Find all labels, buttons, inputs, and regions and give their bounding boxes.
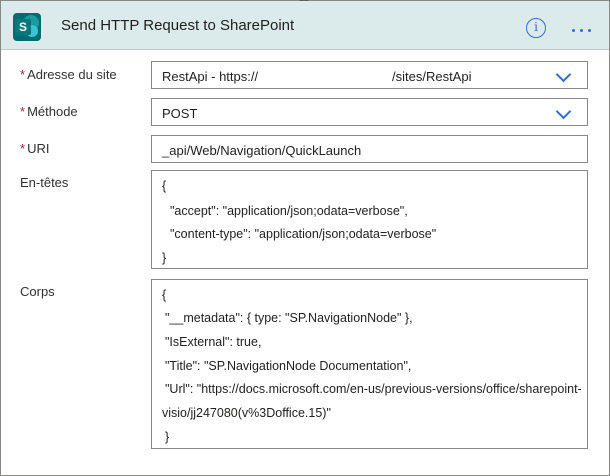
headers-line: } [162, 251, 167, 265]
action-card: S Send HTTP Request to SharePoint i * Adr… [0, 0, 610, 476]
card-header[interactable]: S Send HTTP Request to SharePoint i [1, 1, 609, 50]
sharepoint-logo-icon: S [13, 13, 41, 41]
body-line: "Title": "SP.NavigationNode Documentatio… [165, 359, 412, 373]
chevron-down-icon[interactable] [555, 103, 572, 120]
info-icon[interactable]: i [526, 18, 546, 38]
body-line: } [165, 430, 170, 444]
body-line: { [162, 288, 167, 302]
headers-line: { [162, 179, 167, 193]
uri-value: _api/Web/Navigation/QuickLaunch [162, 143, 362, 158]
site-address-value: RestApi - https:// [162, 69, 259, 84]
action-title: Send HTTP Request to SharePoint [61, 17, 295, 34]
site-address-dropdown[interactable]: RestApi - https:// /sites/RestApi [151, 61, 588, 89]
more-options-icon[interactable] [570, 15, 594, 39]
headers-label: En-têtes [20, 175, 69, 190]
body-line: "__metadata": { type: "SP.NavigationNode… [165, 311, 413, 325]
body-label: Corps [20, 284, 55, 299]
body-line: "IsExternal": true, [165, 335, 262, 349]
method-dropdown[interactable]: POST [151, 98, 588, 126]
headers-line: "accept": "application/json;odata=verbos… [170, 204, 408, 218]
uri-input[interactable]: _api/Web/Navigation/QuickLaunch [151, 135, 588, 163]
uri-label: * URI [20, 141, 50, 156]
method-label: * Méthode [20, 104, 78, 119]
site-address-label: * Adresse du site [20, 67, 117, 82]
body-textarea[interactable]: { "__metadata": { type: "SP.NavigationNo… [151, 279, 588, 449]
chevron-down-icon[interactable] [555, 66, 572, 83]
method-value: POST [162, 106, 198, 121]
site-address-path: /sites/RestApi [392, 69, 472, 84]
body-line: "Url": "https://docs.microsoft.com/en-us… [165, 382, 582, 396]
body-line: visio/jj247080(v%3Doffice.15)" [162, 406, 331, 420]
headers-textarea[interactable]: { "accept": "application/json;odata=verb… [151, 170, 588, 269]
headers-line: "content-type": "application/json;odata=… [170, 227, 437, 241]
